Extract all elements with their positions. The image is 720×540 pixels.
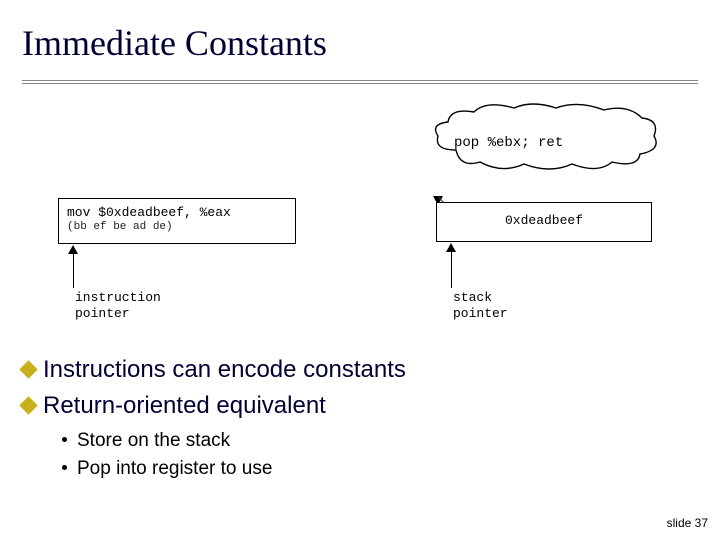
subbullet-2: Pop into register to use — [62, 458, 272, 480]
dot-bullet-icon — [62, 437, 67, 442]
arrow-head-icon — [68, 245, 78, 254]
ip-caption-line2: pointer — [75, 306, 130, 321]
arrow-stem — [451, 252, 452, 288]
slide-title: Immediate Constants — [22, 22, 327, 64]
title-underline — [22, 80, 698, 84]
slide: Immediate Constants mov $0xdeadbeef, %ea… — [0, 0, 720, 540]
sp-caption-line1: stack — [453, 290, 492, 305]
bullet-1-text: Instructions can encode constants — [43, 356, 406, 383]
arrow-head-icon — [446, 243, 456, 252]
diamond-bullet-icon — [19, 360, 37, 378]
bullet-2-text: Return-oriented equivalent — [43, 392, 326, 419]
ip-caption-line1: instruction — [75, 290, 161, 305]
diamond-bullet-icon — [19, 396, 37, 414]
cloud-text: pop %ebx; ret — [454, 135, 563, 151]
instruction-box: mov $0xdeadbeef, %eax (bb ef be ad de) — [58, 198, 296, 244]
value-box: 0xdeadbeef — [436, 202, 652, 242]
arrow-stem — [73, 254, 74, 288]
bullet-1: Instructions can encode constants — [22, 356, 406, 384]
subbullet-1-text: Store on the stack — [77, 430, 230, 451]
dot-bullet-icon — [62, 465, 67, 470]
subbullet-1: Store on the stack — [62, 430, 230, 452]
subbullet-2-text: Pop into register to use — [77, 458, 272, 479]
sp-caption-line2: pointer — [453, 306, 508, 321]
slide-number: slide 37 — [667, 516, 708, 530]
bullet-2: Return-oriented equivalent — [22, 392, 326, 420]
instruction-line1: mov $0xdeadbeef, %eax — [67, 205, 287, 221]
instruction-line2: (bb ef be ad de) — [67, 221, 287, 235]
